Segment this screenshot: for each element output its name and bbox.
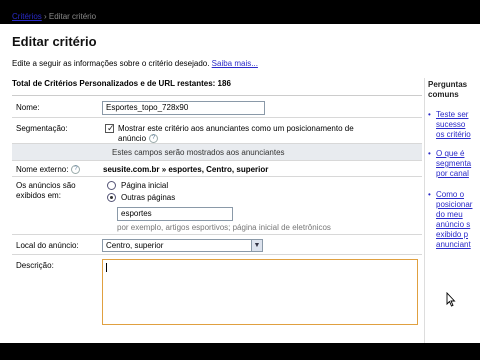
- location-select[interactable]: Centro, superior ▼: [102, 239, 263, 252]
- other-pages-hint: por exemplo, artigos esportivos; página …: [117, 223, 331, 232]
- name-input[interactable]: Esportes_topo_728x90: [102, 101, 265, 115]
- chevron-down-icon: ▼: [251, 240, 262, 251]
- placement-checkbox[interactable]: ✓: [105, 123, 115, 133]
- faq-link-text: posicionar: [436, 200, 473, 209]
- app-window: Critérios › Editar critério Editar crité…: [0, 0, 480, 360]
- breadcrumb-separator: ›: [44, 12, 47, 21]
- faq-link-text: do meu: [436, 210, 463, 219]
- location-row: Local do anúncio: Centro, superior ▼: [12, 235, 422, 255]
- other-pages-label: Outras páginas: [121, 193, 176, 202]
- faq-link-text: Teste ser: [436, 110, 469, 119]
- faq-link-text: Como o: [436, 190, 465, 199]
- breadcrumb-link[interactable]: Critérios: [12, 12, 42, 21]
- description-row: Descrição:: [12, 255, 422, 327]
- breadcrumb-current: Editar critério: [48, 12, 97, 21]
- section-note-row: Estes campos serão mostrados aos anuncia…: [12, 144, 422, 161]
- faq-title-line-1: Perguntas: [428, 80, 468, 89]
- faq-link-text: os critério: [436, 130, 471, 139]
- description-textarea[interactable]: [102, 259, 418, 325]
- section-note: Estes campos serão mostrados aos anuncia…: [112, 148, 285, 157]
- ads-shown-label: Os anúncios são: [16, 181, 76, 190]
- ads-shown-row: Os anúncios são exibidos em: Página inic…: [12, 177, 422, 235]
- remaining-criteria-count: Total de Critérios Personalizados e de U…: [12, 79, 231, 88]
- intro-label: Edite a seguir as informações sobre o cr…: [12, 59, 210, 68]
- faq-title-line-2: comuns: [428, 90, 459, 99]
- faq-link-text: O que é: [436, 149, 465, 158]
- other-pages-input[interactable]: esportes: [117, 207, 233, 221]
- description-label: Descrição:: [16, 261, 54, 270]
- bottom-letterbox: [0, 343, 480, 360]
- breadcrumb: Critérios › Editar critério: [12, 12, 96, 21]
- location-label: Local do anúncio:: [16, 241, 79, 250]
- page-title: Editar critério: [12, 34, 97, 49]
- checkmark-icon: ✓: [107, 123, 115, 133]
- bullet-icon: •: [428, 190, 431, 199]
- segmentation-text-2: anúncio?: [118, 134, 159, 144]
- faq-link-text: por canal: [436, 169, 469, 178]
- segmentation-text: Mostrar este critério aos anunciantes co…: [118, 124, 354, 133]
- bullet-icon: •: [428, 149, 431, 158]
- home-page-label: Página inicial: [121, 181, 169, 190]
- text-cursor: [106, 263, 107, 272]
- radio-selected-dot: [110, 196, 113, 199]
- help-icon[interactable]: ?: [71, 165, 81, 175]
- criteria-form: Nome: Esportes_topo_728x90 Segmentação: …: [12, 95, 422, 327]
- mouse-pointer-icon: [446, 292, 456, 307]
- segmentation-label: Segmentação:: [16, 124, 68, 133]
- ads-shown-label-2: exibidos em:: [16, 191, 61, 200]
- faq-sidebar: Perguntas comuns • Teste ser sucesso os c…: [424, 78, 480, 360]
- faq-link-3[interactable]: • Como o posicionar do meu anúncio s exib…: [428, 190, 472, 250]
- help-icon[interactable]: ?: [149, 134, 159, 144]
- intro-text: Edite a seguir as informações sobre o cr…: [12, 59, 258, 68]
- faq-link-text: anunciant: [436, 240, 471, 249]
- external-name-value: seusite.com.br » esportes, Centro, super…: [103, 165, 269, 174]
- home-page-radio[interactable]: [107, 181, 116, 190]
- faq-link-2[interactable]: • O que é segmenta por canal: [428, 149, 471, 179]
- location-select-value: Centro, superior: [106, 241, 164, 250]
- faq-link-text: segmenta: [436, 159, 472, 168]
- faq-link-1[interactable]: • Teste ser sucesso os critério: [428, 110, 471, 140]
- name-row: Nome: Esportes_topo_728x90: [12, 96, 422, 118]
- faq-link-text: anúncio s: [436, 220, 471, 229]
- name-label: Nome:: [16, 103, 40, 112]
- faq-title: Perguntas comuns: [428, 80, 467, 100]
- other-pages-radio[interactable]: [107, 193, 116, 202]
- learn-more-link[interactable]: Saiba mais...: [212, 59, 258, 68]
- segmentation-text-word: anúncio: [118, 134, 147, 143]
- external-name-label-text: Nome externo:: [16, 165, 69, 174]
- segmentation-row: Segmentação: ✓ Mostrar este critério aos…: [12, 118, 422, 144]
- bullet-icon: •: [428, 110, 431, 119]
- faq-link-text: exibido p: [436, 230, 469, 239]
- external-name-row: Nome externo:? seusite.com.br » esportes…: [12, 161, 422, 177]
- faq-link-text: sucesso: [436, 120, 466, 129]
- external-name-label: Nome externo:?: [16, 165, 81, 175]
